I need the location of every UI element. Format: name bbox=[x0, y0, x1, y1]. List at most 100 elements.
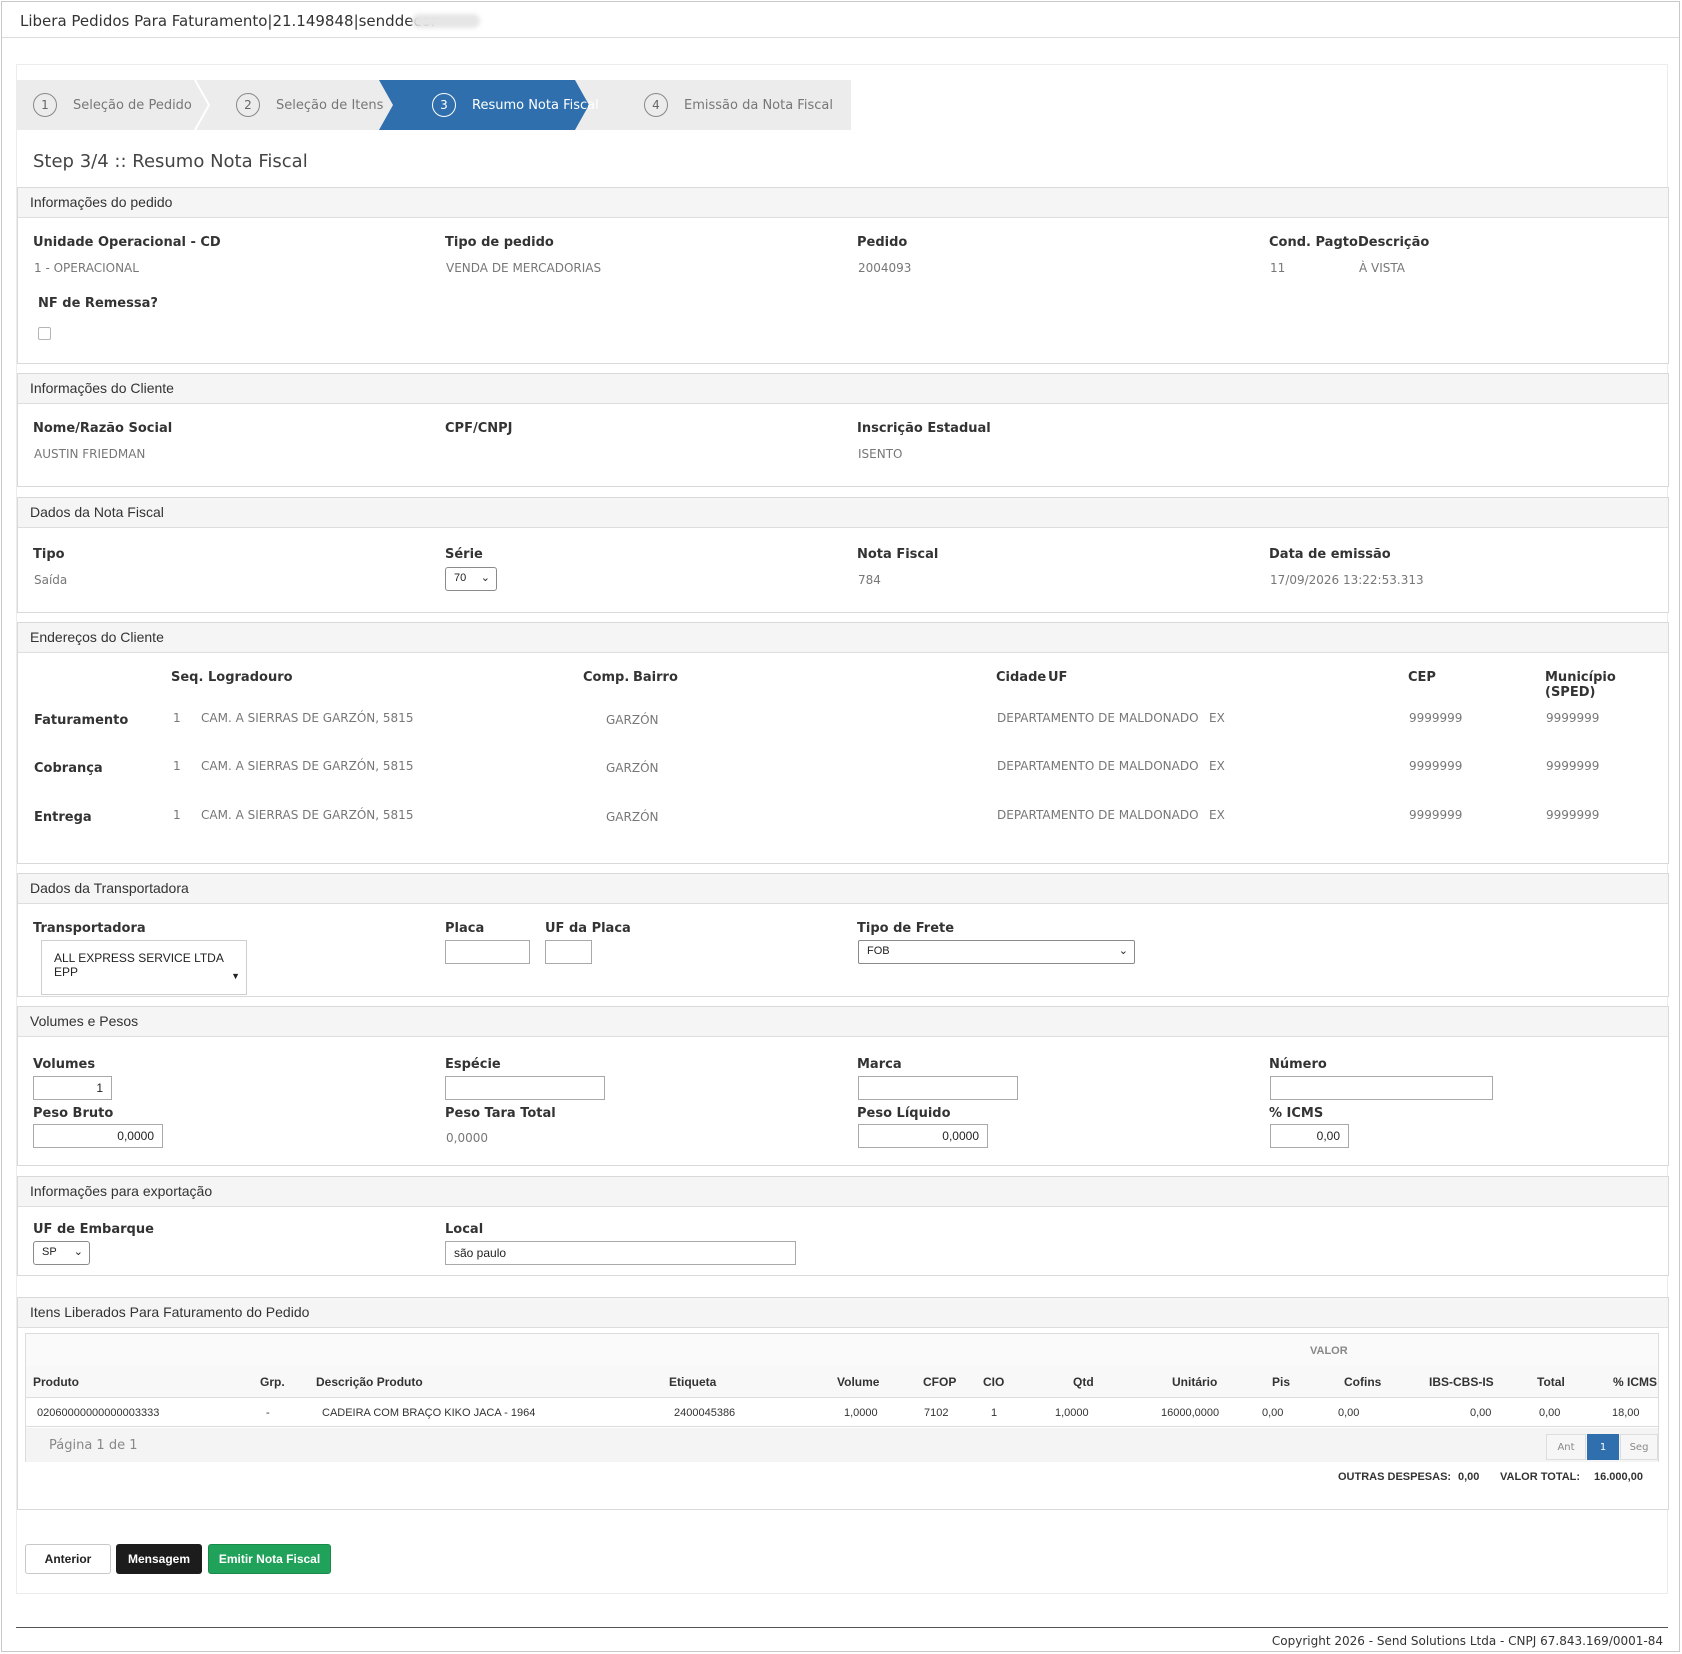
chevron-down-icon: ⌄ bbox=[1118, 945, 1128, 957]
municipio-header: Município (SPED) bbox=[1545, 670, 1616, 700]
wizard-step-1[interactable]: 1 Seleção de Pedido bbox=[33, 80, 192, 130]
panel-title: Endereços do Cliente bbox=[18, 623, 1668, 653]
comp-header: Comp. bbox=[583, 670, 630, 685]
address-cidade: DEPARTAMENTO DE MALDONADO bbox=[997, 711, 1199, 725]
uf-embarque-value: SP bbox=[42, 1246, 57, 1258]
redacted-text bbox=[412, 14, 480, 28]
col-grp: Grp. bbox=[260, 1375, 285, 1389]
wizard-step-2[interactable]: 2 Seleção de Itens bbox=[236, 80, 383, 130]
outras-despesas-label: OUTRAS DESPESAS: bbox=[1338, 1471, 1452, 1483]
numero-input[interactable] bbox=[1270, 1076, 1493, 1100]
step-number: 1 bbox=[33, 93, 57, 117]
nf-remessa-checkbox[interactable] bbox=[38, 327, 51, 340]
address-municipio: 9999999 bbox=[1546, 759, 1600, 773]
panel-itens: Itens Liberados Para Faturamento do Pedi… bbox=[17, 1297, 1669, 1510]
cell-ibs: 0,00 bbox=[1470, 1407, 1492, 1419]
col-pis: Pis bbox=[1272, 1375, 1291, 1389]
peso-bruto-input[interactable] bbox=[33, 1124, 163, 1148]
peso-liquido-input[interactable] bbox=[858, 1124, 988, 1148]
cell-unitario: 16000,0000 bbox=[1161, 1407, 1220, 1419]
marca-input[interactable] bbox=[858, 1076, 1018, 1100]
emitir-nota-fiscal-button[interactable]: Emitir Nota Fiscal bbox=[208, 1544, 331, 1574]
tipo-frete-select[interactable]: FOB ⌄ bbox=[858, 940, 1135, 964]
uf-placa-label: UF da Placa bbox=[545, 921, 631, 936]
cell-cio: 1 bbox=[991, 1407, 998, 1419]
address-type: Faturamento bbox=[34, 713, 129, 728]
step-label: Seleção de Itens bbox=[276, 97, 384, 113]
placa-input[interactable] bbox=[445, 940, 530, 964]
cell-icms: 18,00 bbox=[1612, 1407, 1640, 1419]
page-title: Step 3/4 :: Resumo Nota Fiscal bbox=[33, 151, 308, 172]
valor-total-label: VALOR TOTAL: bbox=[1500, 1471, 1581, 1483]
step-number: 3 bbox=[432, 93, 456, 117]
especie-input[interactable] bbox=[445, 1076, 605, 1100]
uf-placa-input[interactable] bbox=[545, 940, 592, 964]
address-logradouro: CAM. A SIERRAS DE GARZÓN, 5815 bbox=[201, 808, 414, 822]
uf-embarque-select[interactable]: SP ⌄ bbox=[33, 1241, 90, 1265]
mensagem-button[interactable]: Mensagem bbox=[116, 1544, 202, 1574]
serie-select[interactable]: 70 ⌄ bbox=[445, 567, 497, 591]
address-cidade: DEPARTAMENTO DE MALDONADO bbox=[997, 808, 1199, 822]
col-volume: Volume bbox=[837, 1375, 880, 1389]
address-logradouro: CAM. A SIERRAS DE GARZÓN, 5815 bbox=[201, 711, 414, 725]
bairro-header: Bairro bbox=[633, 670, 678, 685]
address-uf: EX bbox=[1209, 759, 1225, 773]
serie-value: 70 bbox=[454, 572, 467, 584]
step-label: Emissão da Nota Fiscal bbox=[684, 97, 833, 113]
chevron-down-icon: ⌄ bbox=[73, 1246, 83, 1258]
address-municipio: 9999999 bbox=[1546, 808, 1600, 822]
tipo-label: Tipo bbox=[33, 547, 65, 562]
footer-copyright: Copyright 2026 - Send Solutions Ltda - C… bbox=[1271, 1634, 1663, 1648]
anterior-button[interactable]: Anterior bbox=[25, 1544, 111, 1574]
unidade-label: Unidade Operacional - CD bbox=[33, 235, 221, 250]
caret-down-icon: ▼ bbox=[231, 971, 240, 981]
table-row[interactable]: 02060000000000003333 - CADEIRA COM BRAÇO… bbox=[26, 1398, 1658, 1427]
wizard-step-4[interactable]: 4 Emissão da Nota Fiscal bbox=[644, 80, 833, 130]
transportadora-label: Transportadora bbox=[33, 921, 146, 936]
valor-group-header: VALOR bbox=[1310, 1345, 1348, 1357]
pager-prev-button[interactable]: Ant bbox=[1546, 1434, 1586, 1460]
col-ibs: IBS-CBS-IS bbox=[1429, 1375, 1494, 1389]
panel-title: Volumes e Pesos bbox=[18, 1007, 1668, 1037]
panel-transportadora: Dados da Transportadora Transportadora A… bbox=[17, 873, 1669, 997]
address-uf: EX bbox=[1209, 711, 1225, 725]
pager-next-button[interactable]: Seg bbox=[1620, 1434, 1658, 1460]
address-bairro: GARZÓN bbox=[606, 761, 659, 775]
placa-label: Placa bbox=[445, 921, 485, 936]
panel-title: Informações para exportação bbox=[18, 1177, 1668, 1207]
serie-label: Série bbox=[445, 547, 483, 562]
address-seq: 1 bbox=[173, 711, 181, 725]
local-input[interactable] bbox=[445, 1241, 796, 1265]
cidade-header: Cidade bbox=[996, 670, 1047, 685]
panel-cliente: Informações do Cliente Nome/Razão Social… bbox=[17, 373, 1669, 487]
address-bairro: GARZÓN bbox=[606, 713, 659, 727]
transportadora-select[interactable]: ALL EXPRESS SERVICE LTDA EPP ▼ bbox=[41, 940, 247, 995]
volumes-label: Volumes bbox=[33, 1057, 96, 1072]
address-type: Cobrança bbox=[34, 761, 103, 776]
logradouro-header: Logradouro bbox=[208, 670, 293, 685]
ie-value: ISENTO bbox=[858, 447, 903, 461]
icms-input[interactable] bbox=[1270, 1124, 1349, 1148]
panel-volumes: Volumes e Pesos Volumes Espécie Marca Nú… bbox=[17, 1006, 1669, 1166]
volumes-input[interactable] bbox=[33, 1076, 112, 1100]
cell-cfop: 7102 bbox=[924, 1407, 949, 1419]
nome-label: Nome/Razão Social bbox=[33, 421, 173, 436]
pager-page-1[interactable]: 1 bbox=[1587, 1434, 1619, 1460]
panel-nota-fiscal: Dados da Nota Fiscal Tipo Saída Série 70… bbox=[17, 497, 1669, 613]
panel-exportacao: Informações para exportação UF de Embarq… bbox=[17, 1176, 1669, 1276]
cell-pis: 0,00 bbox=[1262, 1407, 1284, 1419]
marca-label: Marca bbox=[857, 1057, 902, 1072]
address-type: Entrega bbox=[34, 810, 92, 825]
pedido-label: Pedido bbox=[857, 235, 908, 250]
col-icms: % ICMS bbox=[1613, 1375, 1658, 1389]
step-label: Resumo Nota Fiscal bbox=[472, 97, 599, 113]
col-cio: CIO bbox=[983, 1375, 1005, 1389]
panel-enderecos: Endereços do Cliente Seq. Logradouro Com… bbox=[17, 622, 1669, 864]
nf-remessa-label: NF de Remessa? bbox=[38, 296, 158, 311]
cell-grp: - bbox=[266, 1407, 270, 1419]
pedido-value: 2004093 bbox=[858, 261, 912, 275]
nota-fiscal-value: 784 bbox=[858, 573, 881, 587]
wizard-step-3[interactable]: 3 Resumo Nota Fiscal bbox=[432, 80, 599, 130]
nota-fiscal-label: Nota Fiscal bbox=[857, 547, 939, 562]
address-cep: 9999999 bbox=[1409, 711, 1463, 725]
